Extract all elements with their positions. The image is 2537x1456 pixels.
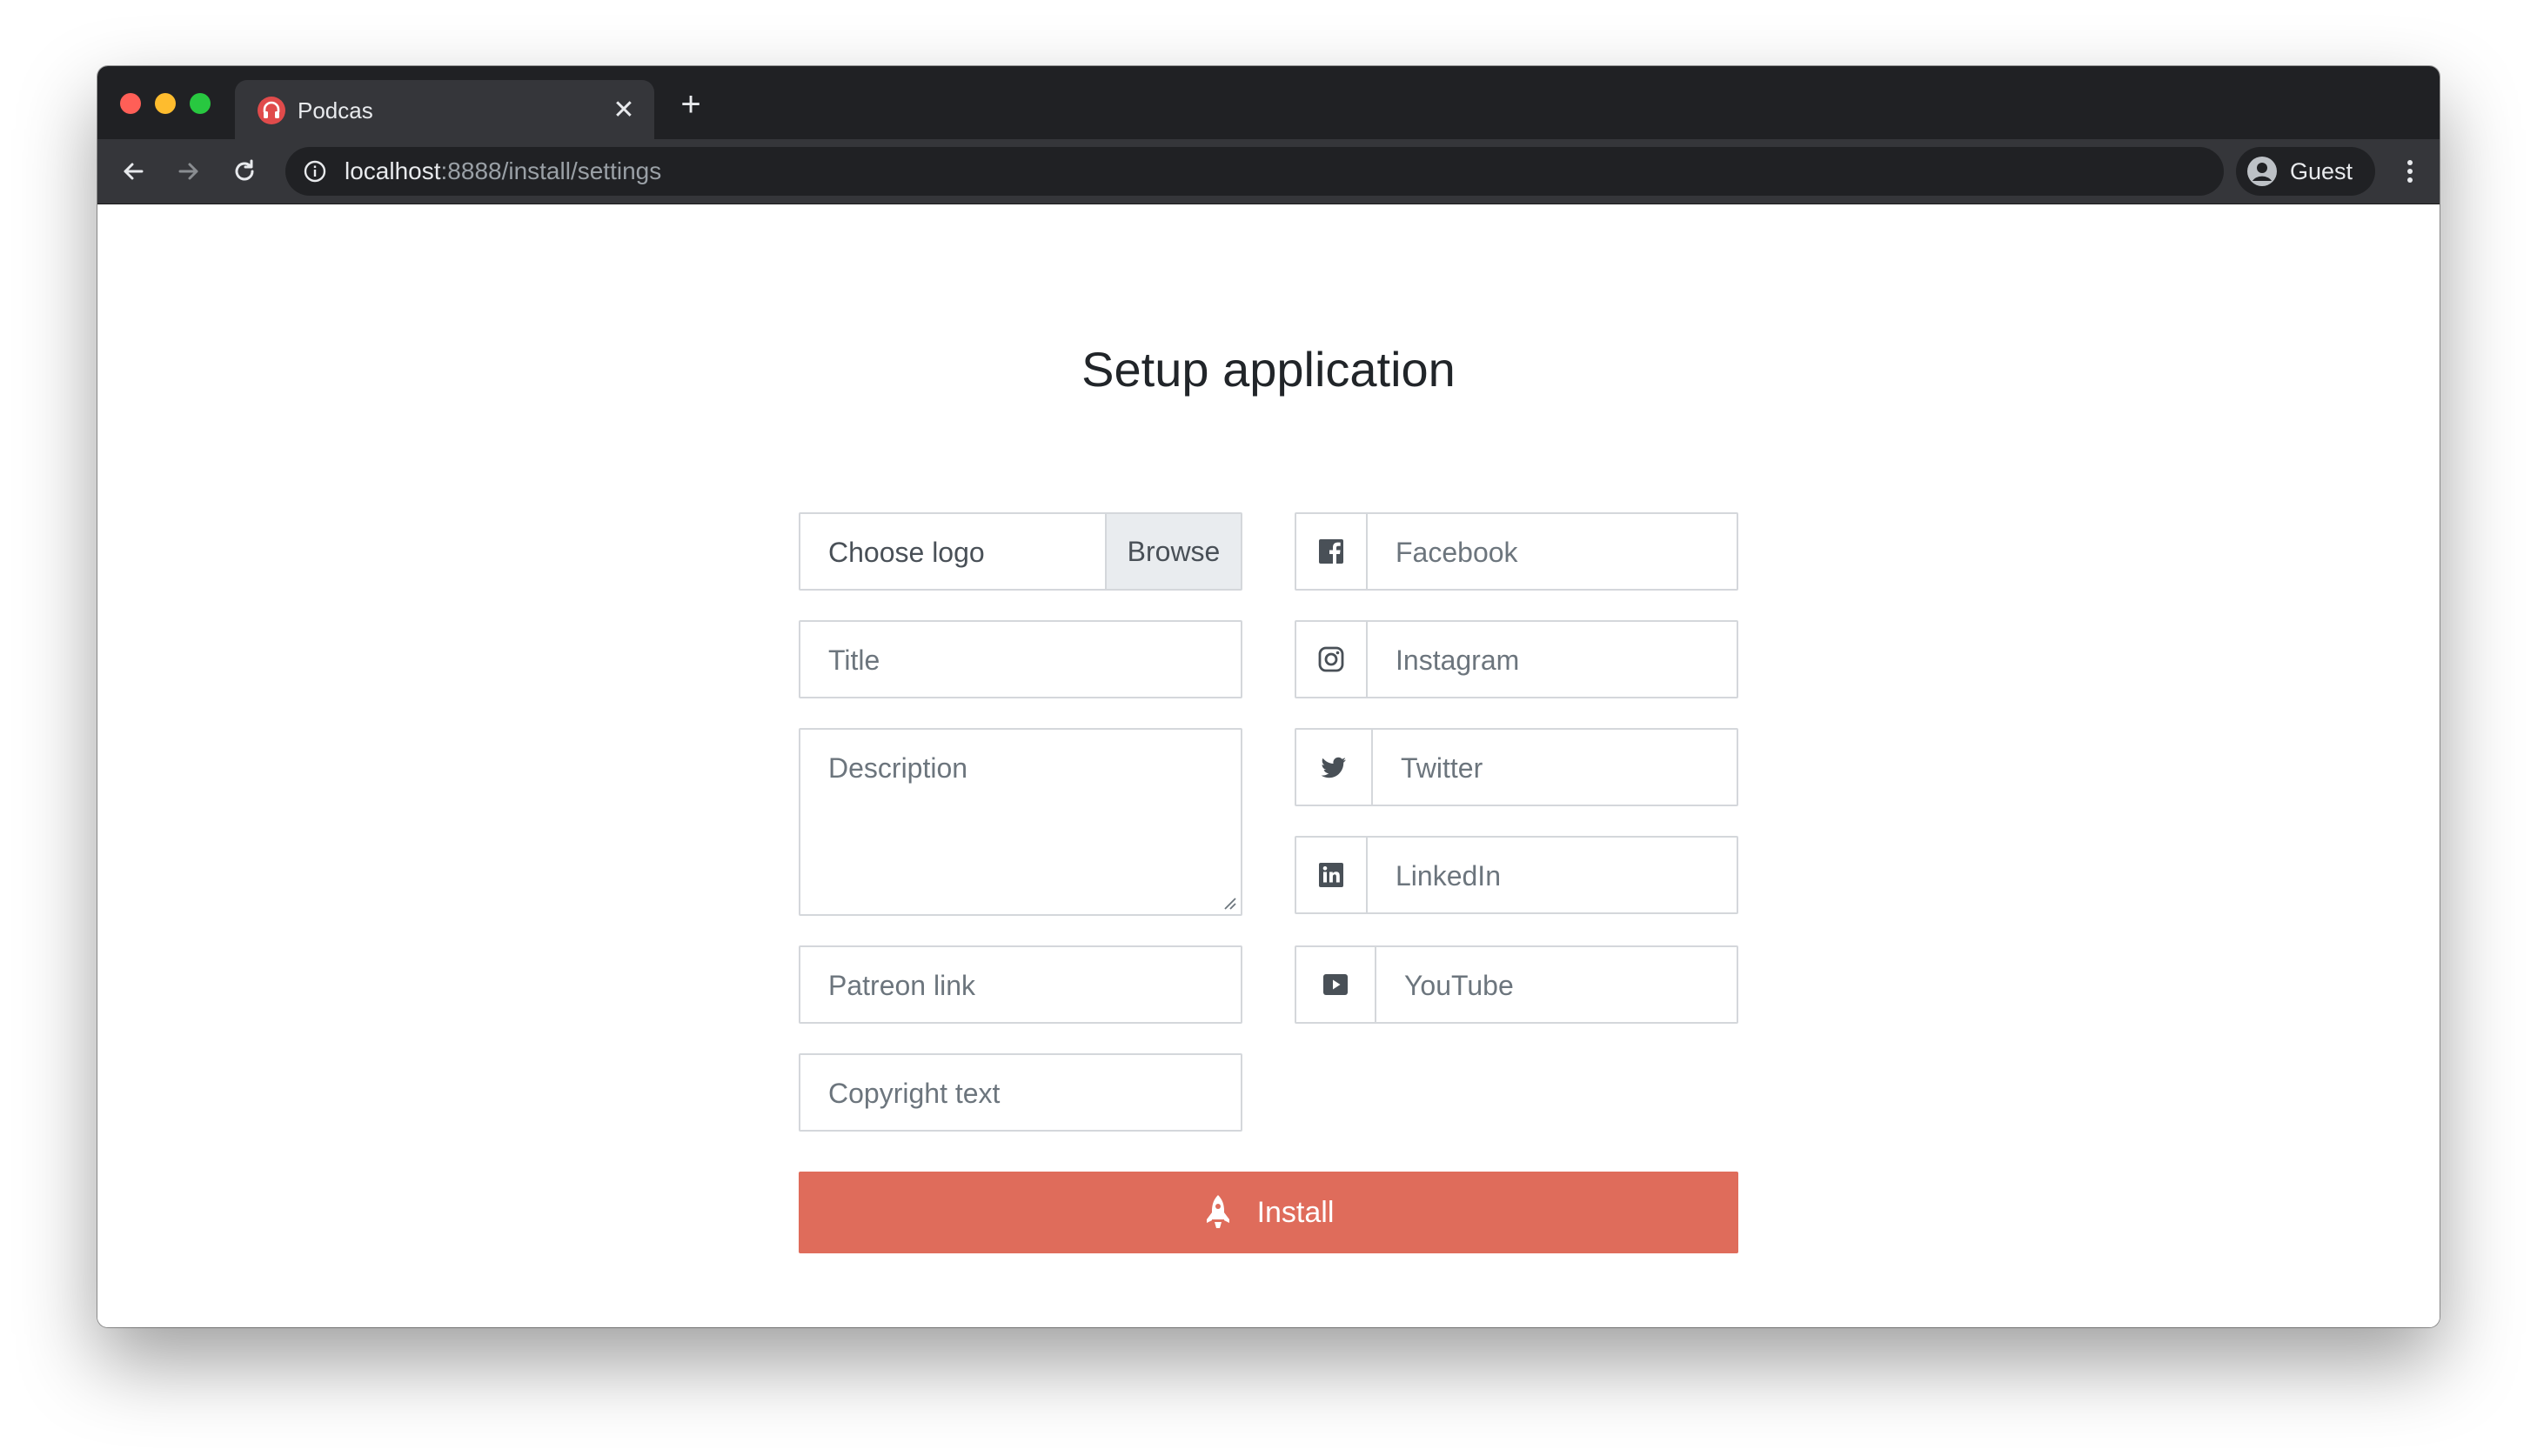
reload-icon (235, 159, 254, 181)
browser-menu-button[interactable] (2391, 150, 2429, 193)
logo-file-input[interactable]: Choose logo Browse (799, 512, 1242, 591)
title-placeholder: Title (828, 645, 880, 676)
profile-label: Guest (2290, 158, 2353, 184)
maximize-window-button[interactable] (190, 93, 211, 114)
url-text: localhost:8888/install/settings (345, 157, 661, 186)
facebook-placeholder: Facebook (1396, 537, 1518, 568)
close-window-button[interactable] (120, 93, 141, 114)
browser-tab[interactable]: Podcas ✕ (235, 80, 654, 139)
avatar-icon (2247, 157, 2277, 186)
headphones-icon (258, 97, 285, 124)
rocket-icon (1206, 1195, 1229, 1228)
instagram-placeholder: Instagram (1396, 645, 1520, 676)
youtube-placeholder: YouTube (1404, 970, 1514, 1001)
linkedin-placeholder: LinkedIn (1396, 860, 1501, 892)
browser-toolbar: localhost:8888/install/settings Guest (97, 139, 2440, 204)
url-path: :8888/install/settings (440, 157, 662, 184)
instagram-icon (1318, 646, 1344, 672)
patreon-input[interactable]: Patreon link (799, 945, 1242, 1024)
linkedin-icon-addon (1296, 838, 1368, 912)
browser-window: Podcas ✕ + localhost:8888/install/settin… (97, 66, 2440, 1327)
copyright-input[interactable]: Copyright text (799, 1053, 1242, 1132)
linkedin-icon (1319, 863, 1343, 887)
install-label: Install (1256, 1195, 1335, 1229)
youtube-input[interactable]: YouTube (1295, 945, 1738, 1024)
install-button[interactable]: Install (799, 1172, 1738, 1253)
close-tab-icon[interactable]: ✕ (609, 96, 639, 125)
title-input[interactable]: Title (799, 620, 1242, 698)
new-tab-button[interactable]: + (672, 85, 710, 124)
page-title: Setup application (1081, 342, 1456, 397)
facebook-input[interactable]: Facebook (1295, 512, 1738, 591)
forward-arrow-icon (178, 163, 198, 180)
forward-button[interactable] (167, 150, 211, 193)
resize-handle-icon[interactable] (1222, 895, 1237, 911)
url-host: localhost (345, 157, 441, 184)
browse-button[interactable]: Browse (1105, 514, 1241, 589)
kebab-menu-icon (2407, 160, 2413, 183)
reload-button[interactable] (223, 150, 266, 193)
twitter-icon (1321, 757, 1346, 778)
info-icon[interactable] (303, 159, 327, 184)
back-button[interactable] (111, 150, 155, 193)
back-arrow-icon (124, 163, 144, 180)
description-placeholder: Description (828, 752, 968, 784)
youtube-icon-addon (1296, 947, 1376, 1022)
minimize-window-button[interactable] (155, 93, 176, 114)
screenshot-canvas: Podcas ✕ + localhost:8888/install/settin… (0, 0, 2537, 1456)
instagram-icon-addon (1296, 622, 1368, 697)
facebook-icon-addon (1296, 514, 1368, 589)
twitter-icon-addon (1296, 730, 1373, 805)
linkedin-input[interactable]: LinkedIn (1295, 836, 1738, 914)
facebook-icon (1319, 539, 1343, 564)
tab-title: Podcas (298, 97, 373, 124)
logo-file-label: Choose logo (828, 537, 985, 568)
youtube-icon (1323, 974, 1348, 995)
page-content: Setup application Choose logo Browse Tit… (97, 204, 2440, 1327)
patreon-placeholder: Patreon link (828, 970, 975, 1001)
description-textarea[interactable]: Description (799, 728, 1242, 916)
instagram-input[interactable]: Instagram (1295, 620, 1738, 698)
address-bar[interactable]: localhost:8888/install/settings (285, 147, 2224, 196)
copyright-placeholder: Copyright text (828, 1078, 1001, 1109)
profile-button[interactable]: Guest (2236, 147, 2375, 196)
twitter-placeholder: Twitter (1401, 752, 1483, 784)
twitter-input[interactable]: Twitter (1295, 728, 1738, 806)
tab-strip: Podcas ✕ + (97, 66, 2440, 139)
